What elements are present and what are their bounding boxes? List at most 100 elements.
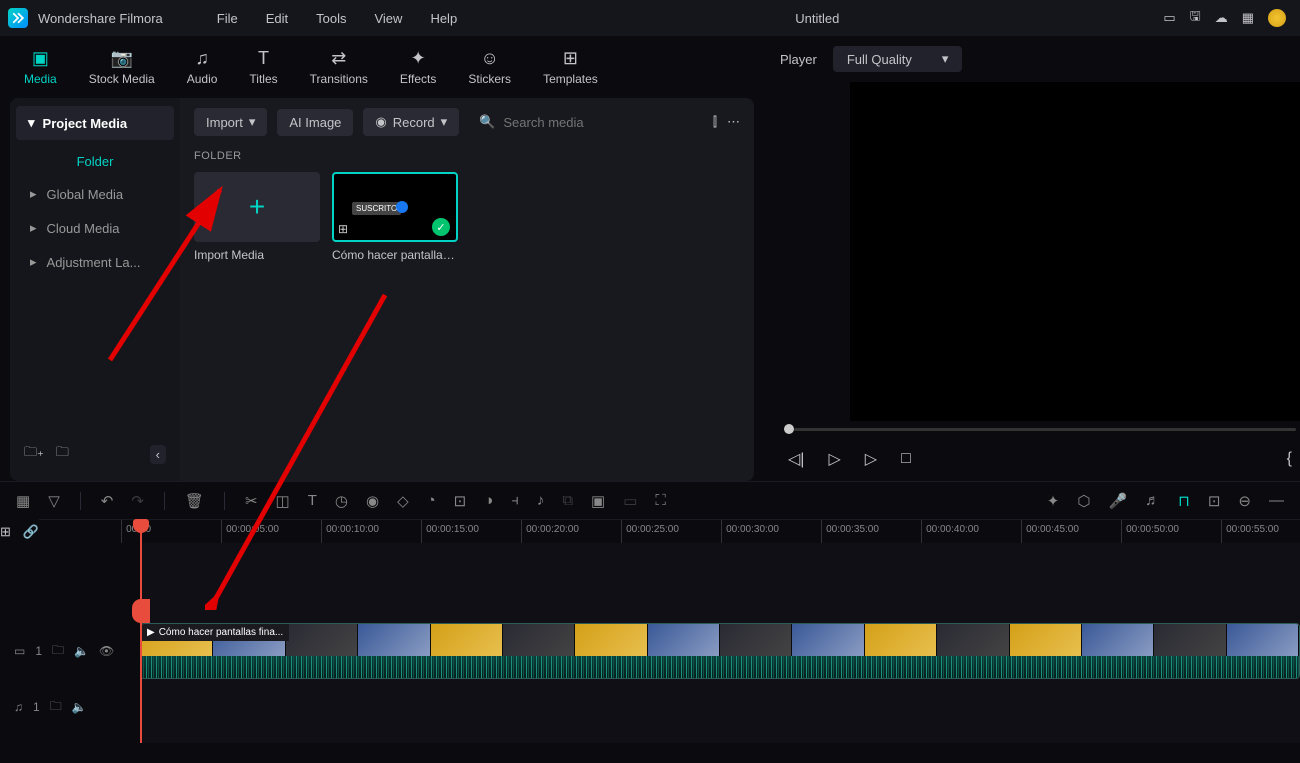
timeline-tracks[interactable]: ▶Cómo hacer pantallas fina... [140,543,1300,743]
crop-icon[interactable]: ◫ [276,492,290,510]
stickers-icon: ☺ [481,48,499,68]
audio-icon: ♫ [195,48,209,68]
audio-track-icon: ♫ [14,700,23,714]
grid-tool-icon[interactable]: ▦ [16,492,30,510]
sidebar-global-media[interactable]: ▸Global Media [16,177,174,211]
cut-icon[interactable]: ✂ [245,492,258,510]
keyframe-icon[interactable]: ◇ [397,492,409,510]
search-media[interactable]: 🔍 [469,108,703,136]
bracket-icon[interactable]: { [1287,450,1292,468]
media-sidebar: ▾Project Media Folder ▸Global Media ▸Clo… [10,98,180,481]
playhead[interactable] [140,519,142,743]
detach-icon[interactable]: ⊡ [454,492,467,510]
app-logo-icon [8,8,28,28]
track-option-icon[interactable]: ⊞ [0,524,11,540]
marker-tool-icon[interactable]: ⛶ [655,492,666,509]
filmstrip-icon: ⊞ [338,222,348,236]
ai-tool-icon[interactable]: ✦ [1047,492,1060,510]
player-label: Player [780,52,817,67]
redo-icon[interactable]: ↷ [131,492,144,510]
menu-help[interactable]: Help [416,11,471,26]
quality-dropdown[interactable]: Full Quality▾ [833,46,963,72]
tab-stock[interactable]: 📷Stock Media [89,48,155,86]
tab-transitions[interactable]: ⇄Transitions [310,48,368,86]
menu-edit[interactable]: Edit [252,11,302,26]
folder-icon[interactable]: 🗀 [50,697,62,718]
preview-scrubber[interactable] [780,421,1300,437]
tab-effects[interactable]: ✦Effects [400,48,436,86]
adjust-icon[interactable]: ⫞ [511,492,519,509]
collapse-sidebar-icon[interactable]: ‹ [150,445,166,464]
zoom-out-icon[interactable]: ⊖ [1238,492,1251,510]
play-icon[interactable]: ▷ [828,449,840,469]
project-title: Untitled [471,11,1163,26]
video-clip-1[interactable]: ▶Cómo hacer pantallas fina... [140,623,1300,679]
undo-icon[interactable]: ↶ [101,492,114,510]
video-track-icon: ▭ [14,644,25,658]
marker-icon[interactable]: ⬡ [1077,492,1090,510]
menu-view[interactable]: View [360,11,416,26]
folder-icon[interactable]: 🗀 [52,641,64,662]
suscrito-badge: SUSCRITO [352,202,401,215]
record-button[interactable]: ◉Record▾ [363,108,459,136]
mixer-icon[interactable]: ♬ [1145,492,1160,509]
titles-icon: T [258,48,269,68]
menu-file[interactable]: File [203,11,252,26]
magnet-icon[interactable]: ⊓ [1178,492,1190,510]
import-button[interactable]: Import▾ [194,108,267,136]
group-icon[interactable]: ⧉ [562,492,573,509]
audio-tool-icon[interactable]: ♪ [537,492,545,509]
ai-image-button[interactable]: AI Image [277,109,353,136]
tab-templates[interactable]: ⊞Templates [543,48,598,86]
timeline-ruler[interactable]: 00:00 00:00:05:00 00:00:10:00 00:00:15:0… [39,519,1300,543]
next-frame-icon[interactable]: ▷ [865,449,877,469]
zoom-slider[interactable]: — [1269,492,1284,509]
color-icon[interactable]: ◉ [366,492,379,510]
folder-icon[interactable]: 🗀 [56,443,69,465]
effects-icon: ✦ [411,48,426,68]
prev-frame-icon[interactable]: ◁| [788,449,804,469]
track-icon[interactable]: ▣ [591,492,605,510]
sidebar-folder[interactable]: Folder [16,146,174,177]
link-icon[interactable]: 🔗 [23,524,39,540]
tab-stickers[interactable]: ☺Stickers [468,48,511,86]
menu-tools[interactable]: Tools [302,11,360,26]
grid-icon[interactable]: ▦ [1242,10,1254,26]
mute-icon[interactable]: 🔈 [74,644,89,658]
filter-icon[interactable]: ⫿ [713,114,717,130]
chevron-down-icon: ▾ [441,114,448,130]
tab-titles[interactable]: TTitles [249,48,277,86]
preview-panel: Player Full Quality▾ ◁| ▷ ▷ □ { [760,36,1300,481]
text-icon[interactable]: T [308,492,317,509]
speed-icon[interactable]: ◷ [335,492,348,510]
new-folder-icon[interactable]: 🗀₊ [24,443,44,465]
import-media-card[interactable]: + Import Media [194,172,320,262]
more-icon[interactable]: ⋯ [727,114,740,130]
tab-media[interactable]: ▣Media [24,48,57,86]
timeline-toolbar: ▦ ▽ ↶ ↷ 🗑 ✂ ◫ T ◷ ◉ ◇ ◔ ⊡ ◑ ⫞ ♪ ⧉ ▣ ▭ ⛶ … [0,481,1300,519]
mute-icon[interactable]: 🔈 [72,700,87,714]
sidebar-cloud-media[interactable]: ▸Cloud Media [16,211,174,245]
templates-icon: ⊞ [563,48,578,68]
duration-icon[interactable]: ◔ [427,492,436,509]
pointer-tool-icon[interactable]: ▽ [48,492,60,510]
tab-audio[interactable]: ♫Audio [187,48,218,86]
media-clip-1[interactable]: SUSCRITO ⊞ Cómo hacer pantallas ... [332,172,458,262]
video-track-header[interactable]: ▭1 🗀 🔈 👁 [0,623,140,679]
stop-icon[interactable]: □ [901,450,911,468]
video-preview[interactable] [850,82,1300,421]
cloud-icon[interactable]: ☁ [1215,10,1228,26]
visible-icon[interactable]: 👁 [99,644,114,658]
sidebar-project-media[interactable]: ▾Project Media [16,106,174,140]
sidebar-adjustment-layer[interactable]: ▸Adjustment La... [16,245,174,279]
delete-icon[interactable]: 🗑 [185,492,204,510]
audio-track-header[interactable]: ♫1 🗀 🔈 [0,679,140,735]
save-icon[interactable]: 🖫 [1190,7,1201,29]
render-icon[interactable]: ▭ [623,492,637,510]
fit-icon[interactable]: ⊡ [1208,492,1221,510]
mic-icon[interactable]: 🎤 [1108,492,1127,510]
search-input[interactable] [503,115,692,130]
monitor-icon[interactable]: ▭ [1163,10,1175,26]
mask-icon[interactable]: ◑ [484,492,493,509]
avatar-icon[interactable] [1268,9,1286,27]
